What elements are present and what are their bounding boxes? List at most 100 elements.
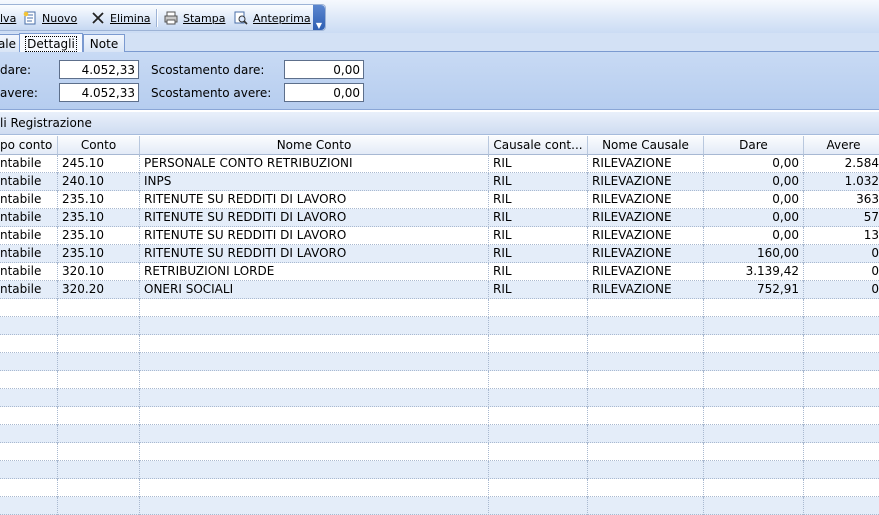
cell-dare [704,389,804,407]
cell-conto: 235.10 [58,227,140,245]
cell-avere [804,353,879,371]
cell-tipo-conto: ntabile [0,263,58,281]
table-row[interactable]: ntabile 320.20 ONERI SOCIALI RIL RILEVAZIONE… [0,281,879,299]
total-dare-field[interactable]: 4.052,33 [59,60,139,79]
chevron-down-icon: ▼ [315,21,323,30]
cell-causale [489,407,588,425]
printer-icon [164,11,178,25]
scostamento-avere-field[interactable]: 0,00 [284,83,364,102]
cell-avere [804,371,879,389]
cell-causale: RIL [489,281,588,299]
table-row[interactable] [0,443,879,461]
cell-nome-conto: RETRIBUZIONI LORDE [140,263,489,281]
cell-conto [58,353,140,371]
cell-avere: 1.032 [804,173,879,191]
column-header-nome-causale[interactable]: Nome Causale [588,136,704,155]
cell-avere: 2.584 [804,155,879,173]
table-row[interactable] [0,407,879,425]
toolbar-overflow-button[interactable]: ▼ [313,5,325,30]
table-row[interactable] [0,335,879,353]
cell-tipo-conto [0,317,58,335]
cell-tipo-conto: ntabile [0,173,58,191]
table-row[interactable] [0,353,879,371]
preview-button[interactable]: Anteprima [234,8,311,28]
tab-label: Note [89,36,119,51]
cell-nome-conto [140,317,489,335]
table-row[interactable]: ntabile 240.10 INPS RIL RILEVAZIONE 0,00 1.032 [0,173,879,191]
table-row[interactable]: ntabile 235.10 RITENUTE SU REDDITI DI LAVO… [0,209,879,227]
cell-nome-conto: RITENUTE SU REDDITI DI LAVORO [140,191,489,209]
cell-dare: 0,00 [704,209,804,227]
cell-nome-causale [588,425,704,443]
new-button[interactable]: Nuovo [23,8,77,28]
tab-note[interactable]: Note [83,34,125,52]
cell-conto [58,425,140,443]
cell-nome-conto [140,335,489,353]
table-row[interactable] [0,425,879,443]
tab-generale[interactable]: ale [0,34,20,52]
cell-causale [489,443,588,461]
column-header-tipo-conto[interactable]: po conto [0,136,58,155]
print-button[interactable]: Stampa [164,8,225,28]
cell-nome-causale: RILEVAZIONE [588,155,704,173]
cell-avere: 0 [804,245,879,263]
cell-avere: 13 [804,227,879,245]
cell-conto [58,407,140,425]
cell-dare: 3.139,42 [704,263,804,281]
table-row[interactable] [0,479,879,497]
table-row[interactable]: ntabile 235.10 RITENUTE SU REDDITI DI LAVO… [0,191,879,209]
cell-nome-causale [588,407,704,425]
print-preview-icon [234,11,248,25]
cell-avere [804,299,879,317]
scostamento-dare-field[interactable]: 0,00 [284,60,364,79]
cell-tipo-conto [0,335,58,353]
delete-x-icon [91,11,105,25]
cell-nome-conto [140,443,489,461]
delete-button-label: Elimina [110,11,151,25]
cell-causale: RIL [489,191,588,209]
column-header-dare[interactable]: Dare [704,136,804,155]
table-row[interactable]: ntabile 235.10 RITENUTE SU REDDITI DI LAVO… [0,227,879,245]
cell-tipo-conto: ntabile [0,245,58,263]
column-header-causale[interactable]: Causale cont... [489,136,588,155]
cell-dare [704,353,804,371]
cell-dare [704,371,804,389]
table-row[interactable]: ntabile 235.10 RITENUTE SU REDDITI DI LAVO… [0,245,879,263]
cell-tipo-conto [0,479,58,497]
save-button[interactable]: lva [0,8,16,28]
cell-conto [58,299,140,317]
toolbar-strip: lva Nuovo Elimina Stampa Anteprima ▼ [0,4,326,31]
toolbar-separator [156,9,158,27]
cell-avere: 0 [804,263,879,281]
cell-causale [489,479,588,497]
table-row[interactable]: ntabile 320.10 RETRIBUZIONI LORDE RIL RILEVA… [0,263,879,281]
cell-nome-conto [140,425,489,443]
cell-tipo-conto [0,353,58,371]
delete-button[interactable]: Elimina [91,8,151,28]
cell-tipo-conto: ntabile [0,227,58,245]
column-header-conto[interactable]: Conto [58,136,140,155]
scostamento-avere-label: Scostamento avere: [151,86,272,100]
cell-conto [58,443,140,461]
cell-dare: 0,00 [704,191,804,209]
table-row[interactable]: ntabile 245.10 PERSONALE CONTO RETRIBUZION… [0,155,879,173]
new-document-icon [23,11,37,25]
cell-nome-conto: RITENUTE SU REDDITI DI LAVORO [140,209,489,227]
cell-nome-causale [588,389,704,407]
cell-dare [704,479,804,497]
table-row[interactable] [0,299,879,317]
cell-causale [489,371,588,389]
column-header-nome-conto[interactable]: Nome Conto [140,136,489,155]
table-row[interactable] [0,461,879,479]
cell-tipo-conto: ntabile [0,155,58,173]
cell-conto: 235.10 [58,191,140,209]
total-avere-field[interactable]: 4.052,33 [59,83,139,102]
tab-dettagli[interactable]: Dettagli [19,33,83,53]
cell-conto: 240.10 [58,173,140,191]
cell-dare [704,443,804,461]
table-row[interactable] [0,317,879,335]
table-row[interactable] [0,371,879,389]
table-row[interactable] [0,389,879,407]
column-header-avere[interactable]: Avere [804,136,879,155]
cell-nome-causale: RILEVAZIONE [588,227,704,245]
